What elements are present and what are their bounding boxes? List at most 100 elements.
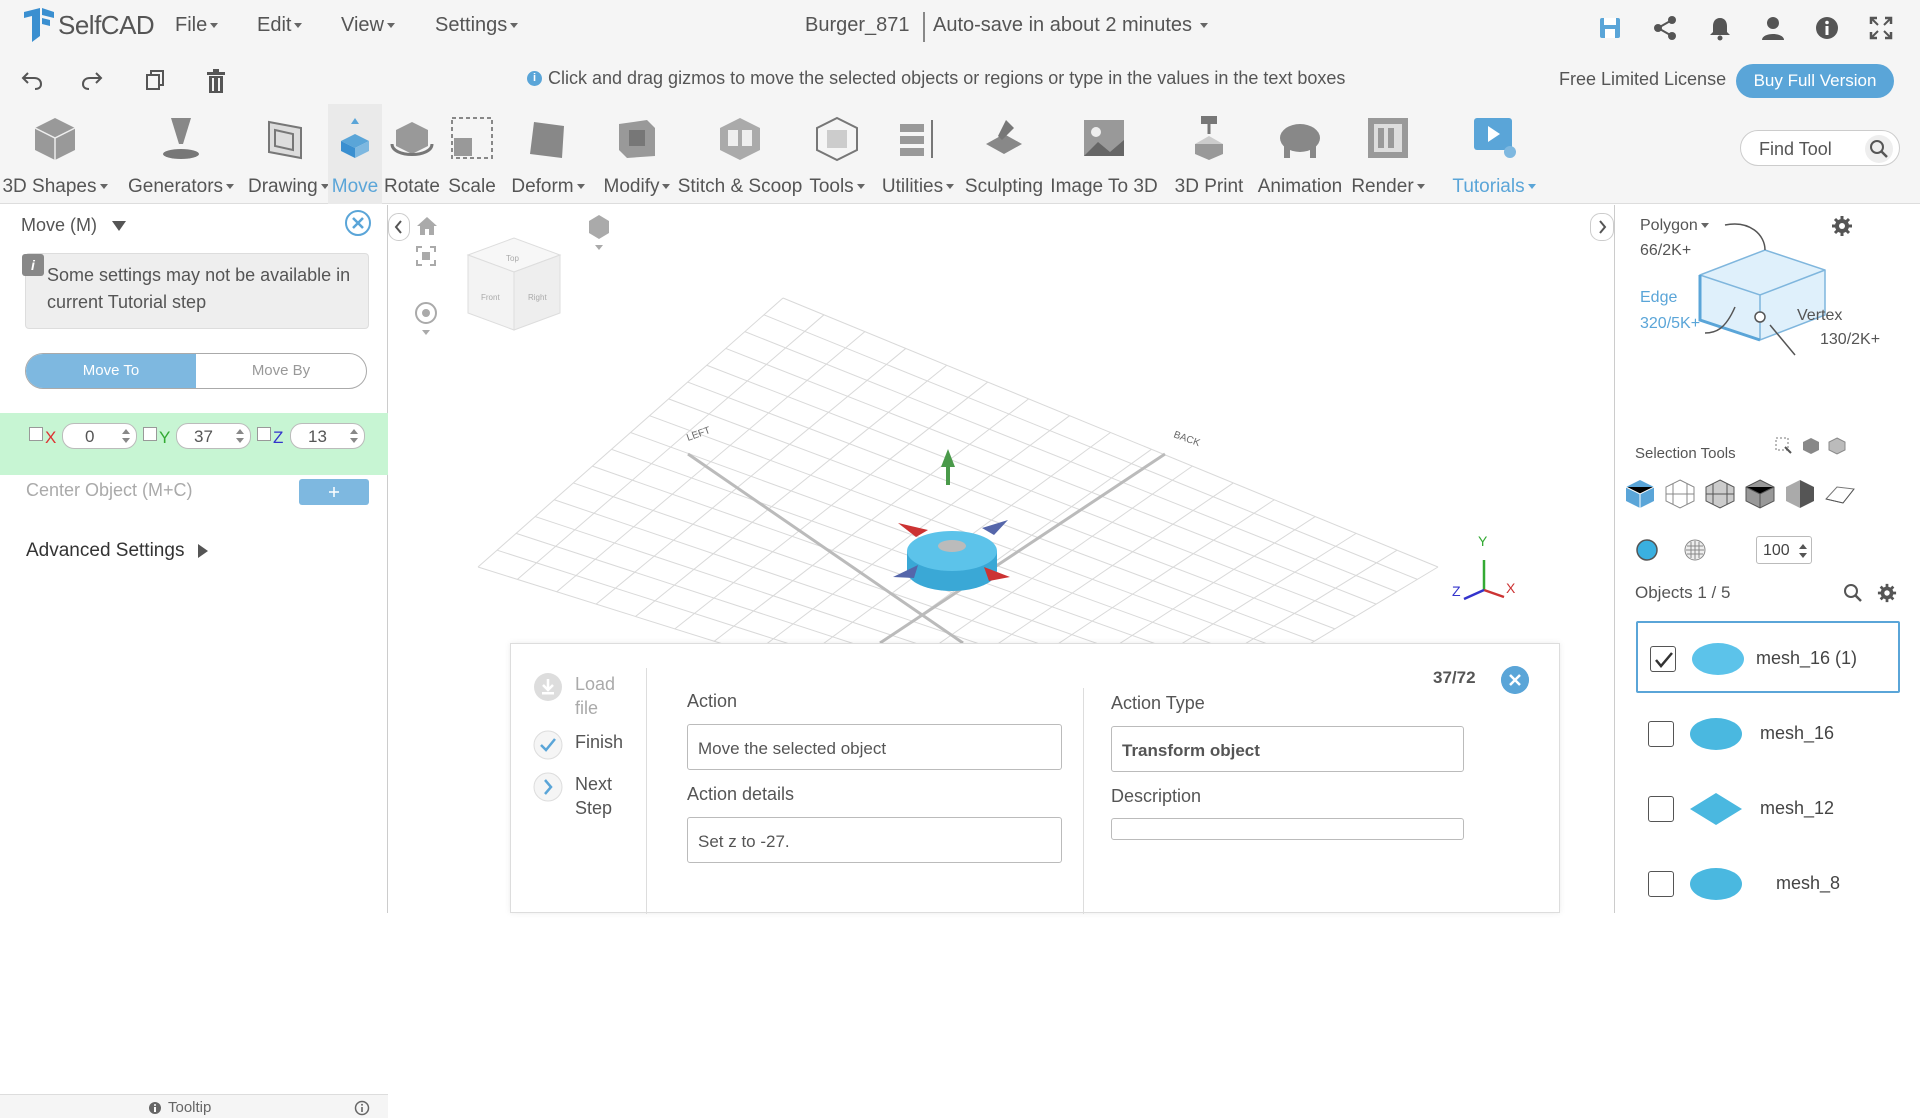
autosave-status[interactable]: Auto-save in about 2 minutes — [933, 14, 1209, 37]
share-icon[interactable] — [1652, 15, 1678, 41]
select-object-icon[interactable] — [1802, 437, 1820, 455]
panel-title[interactable]: Move (M) — [21, 215, 127, 236]
chevron-right-icon — [533, 772, 563, 802]
y-lock-checkbox[interactable] — [143, 427, 157, 441]
step-load-file[interactable]: Load file — [533, 672, 635, 720]
select-all-icon[interactable] — [1828, 437, 1846, 455]
tool-generators[interactable]: Generators — [117, 104, 245, 204]
image-to-3d-icon — [1084, 120, 1124, 156]
tool-animation[interactable]: Animation — [1256, 104, 1344, 204]
home-icon[interactable] — [415, 215, 439, 237]
z-lock-checkbox[interactable] — [257, 427, 271, 441]
menu-edit[interactable]: Edit — [257, 14, 303, 37]
tool-scale[interactable]: Scale — [446, 104, 498, 204]
search-icon[interactable] — [1865, 135, 1893, 163]
gear-icon[interactable] — [1877, 583, 1897, 603]
object-checkbox[interactable] — [1648, 871, 1674, 897]
redo-icon[interactable] — [80, 68, 104, 92]
tool-3d-shapes[interactable]: 3D Shapes — [0, 104, 110, 204]
x-label: X — [45, 428, 57, 447]
tool-tools[interactable]: Tools — [806, 104, 868, 204]
pattern-icon[interactable] — [1683, 538, 1707, 562]
y-input[interactable]: 37 — [176, 423, 251, 449]
find-tool-input[interactable]: Find Tool — [1740, 130, 1900, 166]
step-finish[interactable]: Finish — [533, 730, 623, 760]
view-cube[interactable]: Top Front Right — [466, 237, 562, 331]
camera-icon[interactable] — [584, 213, 614, 253]
close-panel-icon[interactable] — [344, 209, 372, 237]
undo-icon[interactable] — [20, 68, 44, 92]
top-bar: SelfCAD File Edit View Settings Burger_8… — [0, 0, 1920, 54]
collapse-right-icon[interactable] — [1590, 213, 1614, 241]
edge-label[interactable]: Edge — [1640, 289, 1677, 307]
vertex-count: 130/2K+ — [1820, 331, 1881, 348]
menu-view[interactable]: View — [341, 14, 395, 37]
tool-drawing[interactable]: Drawing — [248, 104, 329, 204]
face-select-icon[interactable] — [1623, 477, 1657, 511]
tooltip-bar[interactable]: Tooltip — [0, 1094, 388, 1118]
select-region-icon[interactable] — [1775, 437, 1793, 455]
tool-image-to-3d[interactable]: Image To 3D — [1048, 104, 1160, 204]
wireframe-select-icon[interactable] — [1663, 477, 1697, 511]
search-icon[interactable] — [1843, 583, 1863, 603]
tool-stitch-scoop[interactable]: Stitch & Scoop — [676, 104, 804, 204]
tool-tutorials[interactable]: Tutorials — [1444, 104, 1544, 204]
user-icon[interactable] — [1760, 15, 1786, 41]
tool-render[interactable]: Render — [1345, 104, 1431, 204]
collapse-left-icon[interactable] — [388, 213, 410, 241]
tutorials-icon — [1474, 118, 1516, 158]
info-icon[interactable] — [1814, 15, 1840, 41]
tool-modify[interactable]: Modify — [598, 104, 676, 204]
brush-color-icon[interactable] — [1635, 538, 1659, 562]
trash-icon[interactable] — [204, 68, 228, 94]
chevron-down-icon — [294, 23, 303, 29]
document-title[interactable]: Burger_871 — [805, 14, 910, 37]
selfcad-logo[interactable]: SelfCAD — [20, 6, 155, 44]
bell-icon[interactable] — [1707, 15, 1733, 41]
tool-move[interactable]: Move — [328, 104, 382, 204]
tool-utilities[interactable]: Utilities — [874, 104, 962, 204]
copy-icon[interactable] — [143, 68, 167, 92]
tool-sculpting[interactable]: Sculpting — [963, 104, 1045, 204]
advanced-settings-toggle[interactable]: Advanced Settings — [26, 540, 209, 562]
stepper-icon[interactable] — [122, 429, 130, 443]
info-circle-icon[interactable] — [354, 1100, 370, 1116]
brush-size-input[interactable]: 100 — [1756, 536, 1812, 564]
solid-select-icon[interactable] — [1743, 477, 1777, 511]
fullscreen-icon[interactable] — [1868, 15, 1894, 41]
close-tutorial-icon[interactable] — [1501, 666, 1529, 694]
save-icon[interactable] — [1597, 15, 1623, 41]
grid-select-icon[interactable] — [1703, 477, 1737, 511]
orbit-icon[interactable] — [413, 300, 439, 340]
move-by-button[interactable]: Move By — [196, 354, 366, 388]
object-item[interactable]: mesh_12 — [1636, 773, 1900, 845]
z-input[interactable]: 13 — [290, 423, 365, 449]
mesh-object[interactable] — [907, 531, 997, 591]
object-item[interactable]: mesh_16 (1) — [1636, 621, 1900, 693]
vertex-label[interactable]: Vertex — [1797, 307, 1842, 325]
step-next[interactable]: Next Step — [533, 772, 635, 820]
fit-view-icon[interactable] — [415, 245, 437, 267]
menu-settings[interactable]: Settings — [435, 14, 519, 37]
x-lock-checkbox[interactable] — [29, 427, 43, 441]
tool-label: Scale — [448, 176, 496, 197]
object-item[interactable]: mesh_8 — [1636, 848, 1900, 920]
tool-rotate[interactable]: Rotate — [382, 104, 442, 204]
object-checkbox[interactable] — [1648, 796, 1674, 822]
stepper-icon[interactable] — [350, 429, 358, 443]
menu-file[interactable]: File — [175, 14, 219, 37]
x-input[interactable]: 0 — [62, 423, 137, 449]
plane-select-icon[interactable] — [1823, 477, 1857, 511]
center-object-button[interactable] — [299, 479, 369, 505]
move-to-button[interactable]: Move To — [26, 354, 196, 388]
half-select-icon[interactable] — [1783, 477, 1817, 511]
object-checkbox[interactable] — [1648, 721, 1674, 747]
buy-full-version-button[interactable]: Buy Full Version — [1736, 64, 1894, 98]
tool-deform[interactable]: Deform — [501, 104, 595, 204]
main-toolbar: 3D Shapes Generators Drawing Move Rotate Scal… — [0, 104, 1920, 204]
object-checkbox[interactable] — [1650, 646, 1676, 672]
stepper-icon[interactable] — [236, 429, 244, 443]
tool-3d-print[interactable]: 3D Print — [1166, 104, 1252, 204]
object-item[interactable]: mesh_16 — [1636, 698, 1900, 770]
stepper-icon[interactable] — [1799, 544, 1807, 558]
